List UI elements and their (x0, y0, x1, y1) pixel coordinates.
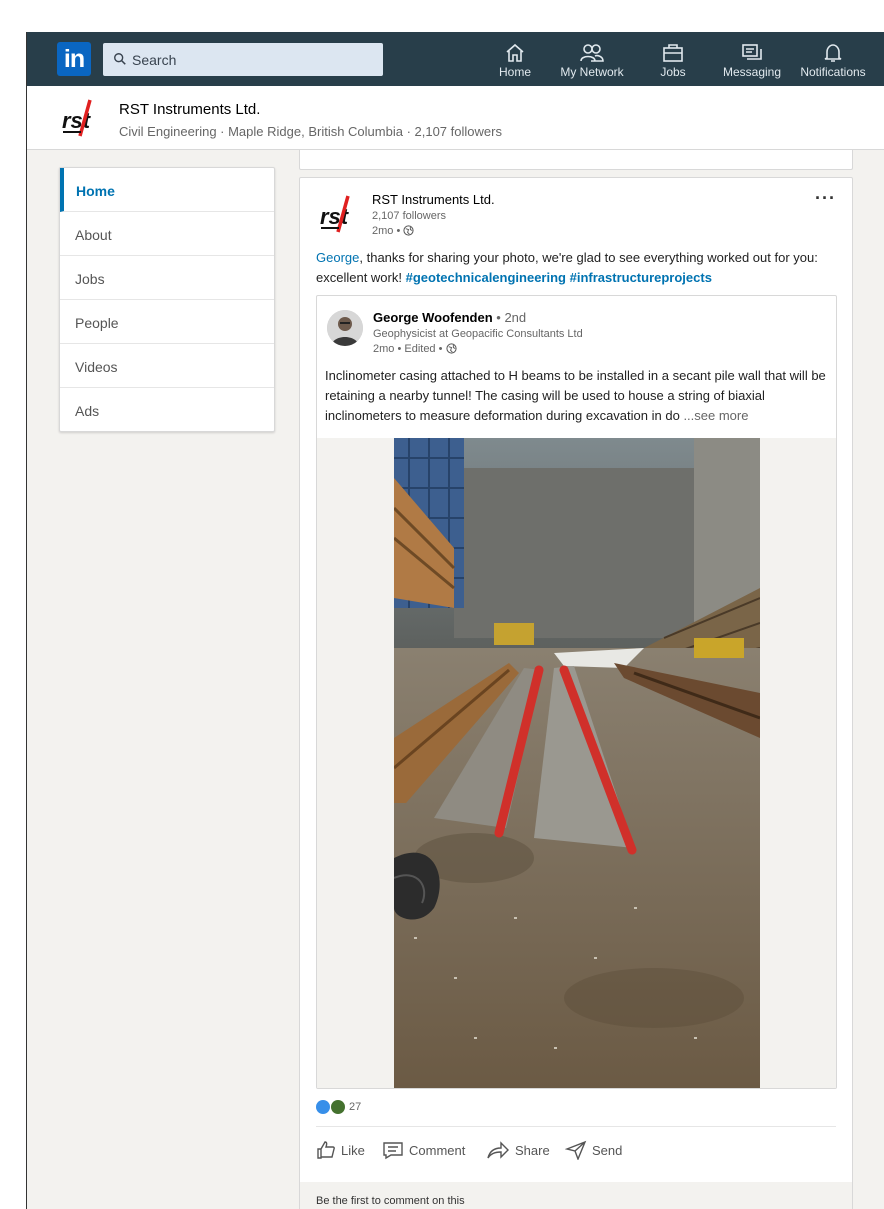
post-photo-container[interactable] (317, 438, 836, 1089)
like-button[interactable]: Like (316, 1140, 365, 1166)
top-navigation-bar: in Search Home My Network Jobs Messaging… (27, 32, 884, 86)
nav-my-network[interactable]: My Network (557, 36, 627, 84)
mention-link[interactable]: George (316, 250, 359, 265)
post-author-followers: 2,107 followers (372, 210, 446, 222)
nav-jobs-label: Jobs (660, 65, 686, 79)
send-icon (564, 1140, 587, 1161)
post-timestamp: 2mo • (372, 225, 414, 237)
send-label: Send (592, 1142, 623, 1158)
briefcase-icon (663, 44, 683, 62)
like-reaction-icon (316, 1100, 330, 1114)
sidebar-item-about[interactable]: About (60, 212, 274, 256)
sidebar-item-jobs[interactable]: Jobs (60, 256, 274, 300)
sidebar-item-home[interactable]: Home (60, 168, 274, 212)
shared-author-name-text[interactable]: George Woofenden (373, 310, 493, 325)
company-header: rst RST Instruments Ltd. Civil Engineeri… (27, 86, 884, 150)
nav-jobs[interactable]: Jobs (653, 36, 693, 84)
nav-notifications-label: Notifications (800, 65, 866, 79)
shared-post-text: Inclinometer casing attached to H beams … (325, 368, 826, 423)
post-more-options-button[interactable]: ··· (815, 188, 836, 209)
post-caption: George, thanks for sharing your photo, w… (316, 248, 836, 288)
nav-notifications[interactable]: Notifications (797, 36, 869, 84)
browser-frame: in Search Home My Network Jobs Messaging… (26, 32, 884, 1209)
person-icon (327, 310, 363, 346)
hashtag-link[interactable]: #geotechnicalengineering (406, 270, 566, 285)
sidebar-item-people[interactable]: People (60, 300, 274, 344)
comment-icon (383, 1142, 403, 1160)
post-time-text: 2mo • (372, 225, 401, 237)
divider (316, 1126, 836, 1127)
network-icon (580, 44, 604, 62)
post-author-logo[interactable]: rst (318, 192, 362, 236)
shared-post-body: Inclinometer casing attached to H beams … (325, 366, 831, 426)
reactions-count[interactable]: 27 (349, 1101, 361, 1113)
comment-button[interactable]: Comment (382, 1140, 465, 1166)
messaging-icon (742, 44, 762, 60)
feed-post: rst RST Instruments Ltd. 2,107 followers… (299, 177, 853, 1209)
caption-text: , thanks for sharing your photo, we're g… (316, 250, 818, 285)
share-icon (487, 1141, 509, 1159)
share-button[interactable]: Share (486, 1140, 550, 1166)
nav-home-label: Home (498, 65, 531, 79)
share-label: Share (515, 1142, 550, 1158)
company-subtitle: Civil Engineering · Maple Ridge, British… (119, 124, 502, 139)
company-name[interactable]: RST Instruments Ltd. (119, 101, 260, 118)
shared-time-text: 2mo • Edited • (373, 343, 443, 355)
search-placeholder: Search (132, 52, 177, 68)
nav-home[interactable]: Home (495, 36, 535, 84)
comment-prompt-text: Be the first to comment on this (316, 1195, 465, 1207)
reactions-summary[interactable]: 27 (316, 1100, 361, 1116)
post-author-name[interactable]: RST Instruments Ltd. (372, 192, 495, 207)
globe-icon (403, 225, 414, 236)
search-icon (114, 53, 126, 65)
sidebar-item-ads[interactable]: Ads (60, 388, 274, 432)
company-logo[interactable]: rst (60, 98, 104, 138)
like-label: Like (341, 1142, 365, 1158)
shared-timestamp: 2mo • Edited • (373, 343, 457, 355)
avatar[interactable] (327, 310, 363, 346)
shared-author-name[interactable]: George Woofenden • 2nd (373, 310, 526, 325)
construction-site-photo[interactable] (394, 438, 760, 1089)
celebrate-reaction-icon (331, 1100, 345, 1114)
thumbs-up-icon (317, 1141, 335, 1159)
nav-messaging[interactable]: Messaging (721, 36, 783, 84)
hashtag-link[interactable]: #infrastructureprojects (570, 270, 712, 285)
see-more-link[interactable]: ...see more (683, 408, 748, 423)
company-page-nav: Home About Jobs People Videos Ads (59, 167, 275, 432)
sidebar-item-videos[interactable]: Videos (60, 344, 274, 388)
nav-messaging-label: Messaging (722, 65, 782, 79)
globe-icon (445, 343, 457, 354)
connection-degree: • 2nd (496, 310, 527, 325)
comment-label: Comment (409, 1142, 466, 1158)
bell-icon (824, 44, 842, 62)
shared-author-title: Geophysicist at Geopacific Consultants L… (373, 328, 583, 340)
comment-prompt-bar[interactable]: Be the first to comment on this (300, 1182, 852, 1209)
home-icon (506, 43, 524, 62)
search-input[interactable]: Search (103, 43, 383, 76)
send-button[interactable]: Send (564, 1140, 623, 1166)
previous-post-card (299, 150, 853, 170)
shared-post-card[interactable]: George Woofenden • 2nd Geophysicist at G… (316, 295, 837, 1089)
nav-my-network-label: My Network (560, 65, 624, 79)
linkedin-logo[interactable]: in (57, 42, 91, 76)
